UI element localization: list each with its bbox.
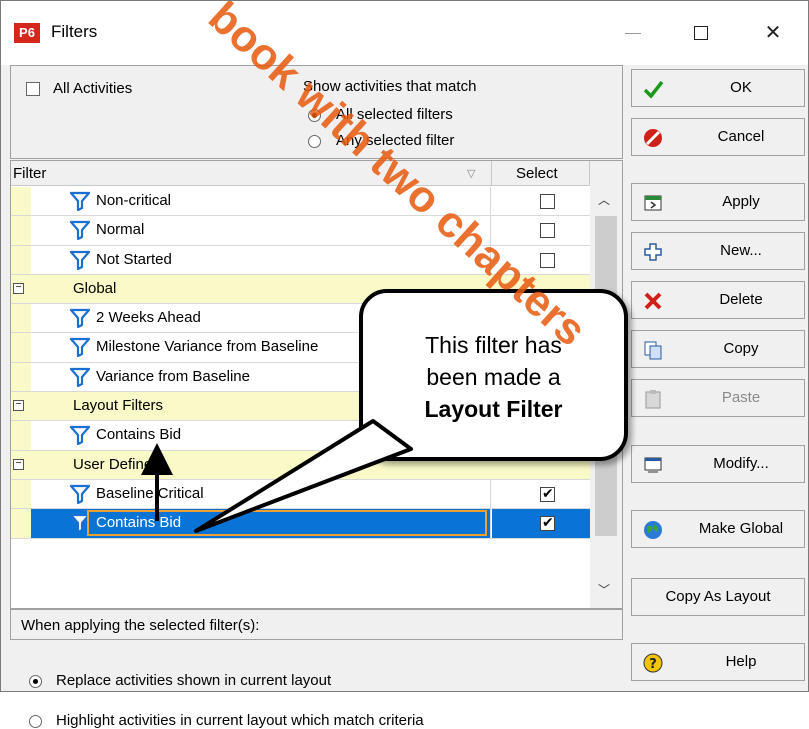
highlight-activities-radio[interactable] bbox=[29, 715, 42, 728]
annotation-arrows bbox=[141, 419, 413, 533]
filters-dialog: P6 Filters ✕ All Activities Show activit… bbox=[0, 0, 809, 729]
callout-pointer bbox=[194, 419, 413, 533]
highlight-activities-label: Highlight activities in current layout w… bbox=[56, 712, 424, 729]
